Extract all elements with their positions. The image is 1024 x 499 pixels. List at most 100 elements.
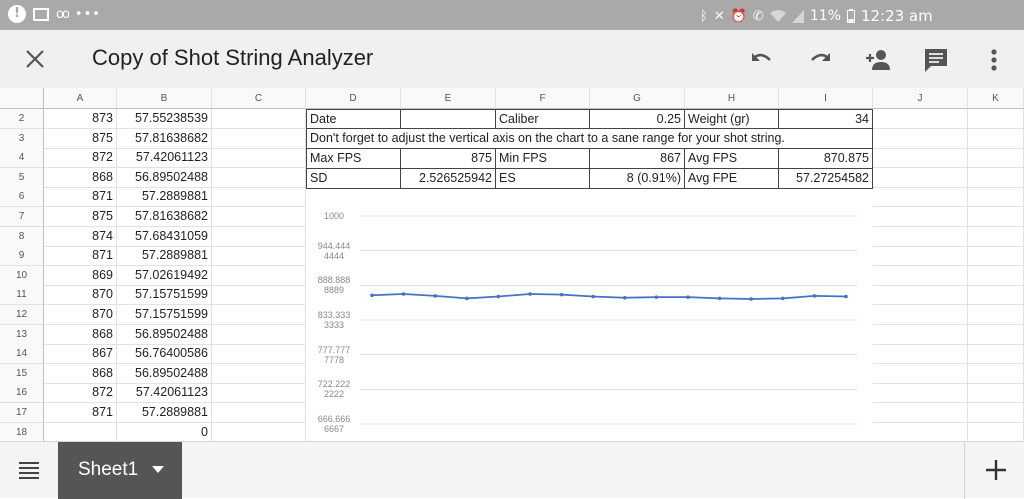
cell-b[interactable]: 0 [117, 422, 212, 443]
cell-empty[interactable] [968, 403, 1024, 423]
max-fps-label-cell[interactable]: Max FPS [306, 149, 401, 169]
cell-a[interactable] [44, 422, 117, 443]
date-label-cell[interactable]: Date [306, 109, 401, 129]
cell-empty[interactable] [968, 344, 1024, 365]
cell-b[interactable]: 57.68431059 [117, 226, 212, 247]
cell-empty[interactable] [968, 422, 1024, 443]
cell-b[interactable]: 56.89502488 [117, 324, 212, 345]
cell-empty[interactable] [873, 265, 968, 286]
cell-empty[interactable] [968, 187, 1024, 208]
cell-empty[interactable] [873, 285, 968, 306]
row-header[interactable]: 13 [0, 324, 44, 345]
cell-b[interactable]: 57.02619492 [117, 265, 212, 286]
cell-c[interactable] [212, 207, 306, 227]
add-person-icon[interactable] [864, 46, 892, 74]
sd-value-cell[interactable]: 2.526525942 [401, 169, 496, 189]
row-header[interactable]: 7 [0, 207, 44, 227]
sheets-menu-icon[interactable] [18, 460, 40, 480]
cell-c[interactable] [212, 226, 306, 247]
avg-fps-value-cell[interactable]: 870.875 [779, 149, 873, 169]
cell-empty[interactable] [873, 344, 968, 365]
cell-b[interactable]: 57.42061123 [117, 148, 212, 169]
weight-label-cell[interactable]: Weight (gr) [685, 109, 779, 129]
cell-a[interactable]: 868 [44, 167, 117, 188]
cell-empty[interactable] [873, 383, 968, 404]
cell-c[interactable] [212, 187, 306, 208]
column-header[interactable]: A [44, 88, 117, 109]
cell-a[interactable]: 868 [44, 363, 117, 384]
cell-empty[interactable] [873, 187, 968, 208]
sheet-tab-sheet1[interactable]: Sheet1 [58, 442, 182, 499]
cell-empty[interactable] [873, 422, 968, 443]
cell-a[interactable]: 870 [44, 285, 117, 306]
cell-empty[interactable] [873, 109, 968, 129]
note-cell[interactable]: Don't forget to adjust the vertical axis… [306, 129, 873, 149]
cell-empty[interactable] [968, 383, 1024, 404]
row-header[interactable]: 11 [0, 285, 44, 306]
column-header[interactable]: G [590, 88, 685, 109]
row-header[interactable]: 18 [0, 422, 44, 443]
comment-icon[interactable] [922, 46, 950, 74]
cell-a[interactable]: 867 [44, 344, 117, 365]
cell-a[interactable]: 875 [44, 128, 117, 149]
max-fps-value-cell[interactable]: 875 [401, 149, 496, 169]
cell-empty[interactable] [968, 324, 1024, 345]
column-header[interactable]: C [212, 88, 306, 109]
cell-c[interactable] [212, 148, 306, 169]
cell-a[interactable]: 872 [44, 383, 117, 404]
row-header[interactable]: 10 [0, 265, 44, 286]
undo-icon[interactable] [748, 46, 776, 74]
cell-empty[interactable] [873, 403, 968, 423]
cell-empty[interactable] [968, 109, 1024, 129]
row-header[interactable]: 14 [0, 344, 44, 365]
cell-b[interactable]: 57.2889881 [117, 246, 212, 267]
cell-empty[interactable] [968, 167, 1024, 188]
row-header[interactable]: 5 [0, 167, 44, 188]
cell-empty[interactable] [968, 128, 1024, 149]
cell-c[interactable] [212, 246, 306, 267]
column-header[interactable]: F [496, 88, 590, 109]
cell-b[interactable]: 57.42061123 [117, 383, 212, 404]
column-header[interactable]: I [779, 88, 873, 109]
cell-c[interactable] [212, 305, 306, 325]
cell-empty[interactable] [968, 265, 1024, 286]
select-all-corner[interactable] [0, 88, 44, 109]
column-header[interactable]: K [968, 88, 1024, 109]
es-value-cell[interactable]: 8 (0.91%) [590, 169, 685, 189]
avg-fpe-label-cell[interactable]: Avg FPE [685, 169, 779, 189]
cell-c[interactable] [212, 422, 306, 443]
cell-a[interactable]: 874 [44, 226, 117, 247]
cell-b[interactable]: 57.81638682 [117, 128, 212, 149]
row-header[interactable]: 6 [0, 187, 44, 208]
cell-a[interactable]: 872 [44, 148, 117, 169]
row-header[interactable]: 4 [0, 148, 44, 169]
caliber-value-cell[interactable]: 0.25 [590, 109, 685, 129]
redo-icon[interactable] [806, 46, 834, 74]
cell-b[interactable]: 57.55238539 [117, 109, 212, 129]
cell-empty[interactable] [873, 305, 968, 325]
cell-b[interactable]: 56.76400586 [117, 344, 212, 365]
row-header[interactable]: 9 [0, 246, 44, 267]
min-fps-value-cell[interactable]: 867 [590, 149, 685, 169]
avg-fps-label-cell[interactable]: Avg FPS [685, 149, 779, 169]
column-header[interactable]: D [306, 88, 401, 109]
cell-empty[interactable] [873, 324, 968, 345]
cell-a[interactable]: 868 [44, 324, 117, 345]
cell-empty[interactable] [968, 285, 1024, 306]
cell-a[interactable]: 873 [44, 109, 117, 129]
cell-empty[interactable] [873, 207, 968, 227]
weight-value-cell[interactable]: 34 [779, 109, 873, 129]
cell-empty[interactable] [873, 246, 968, 267]
cell-c[interactable] [212, 128, 306, 149]
cell-c[interactable] [212, 265, 306, 286]
cell-empty[interactable] [873, 148, 968, 169]
cell-b[interactable]: 57.2889881 [117, 403, 212, 423]
close-icon[interactable] [22, 46, 48, 72]
cell-a[interactable]: 871 [44, 403, 117, 423]
sd-label-cell[interactable]: SD [306, 169, 401, 189]
row-header[interactable]: 8 [0, 226, 44, 247]
cell-c[interactable] [212, 344, 306, 365]
row-header[interactable]: 17 [0, 403, 44, 423]
column-header[interactable]: B [117, 88, 212, 109]
cell-empty[interactable] [968, 305, 1024, 325]
